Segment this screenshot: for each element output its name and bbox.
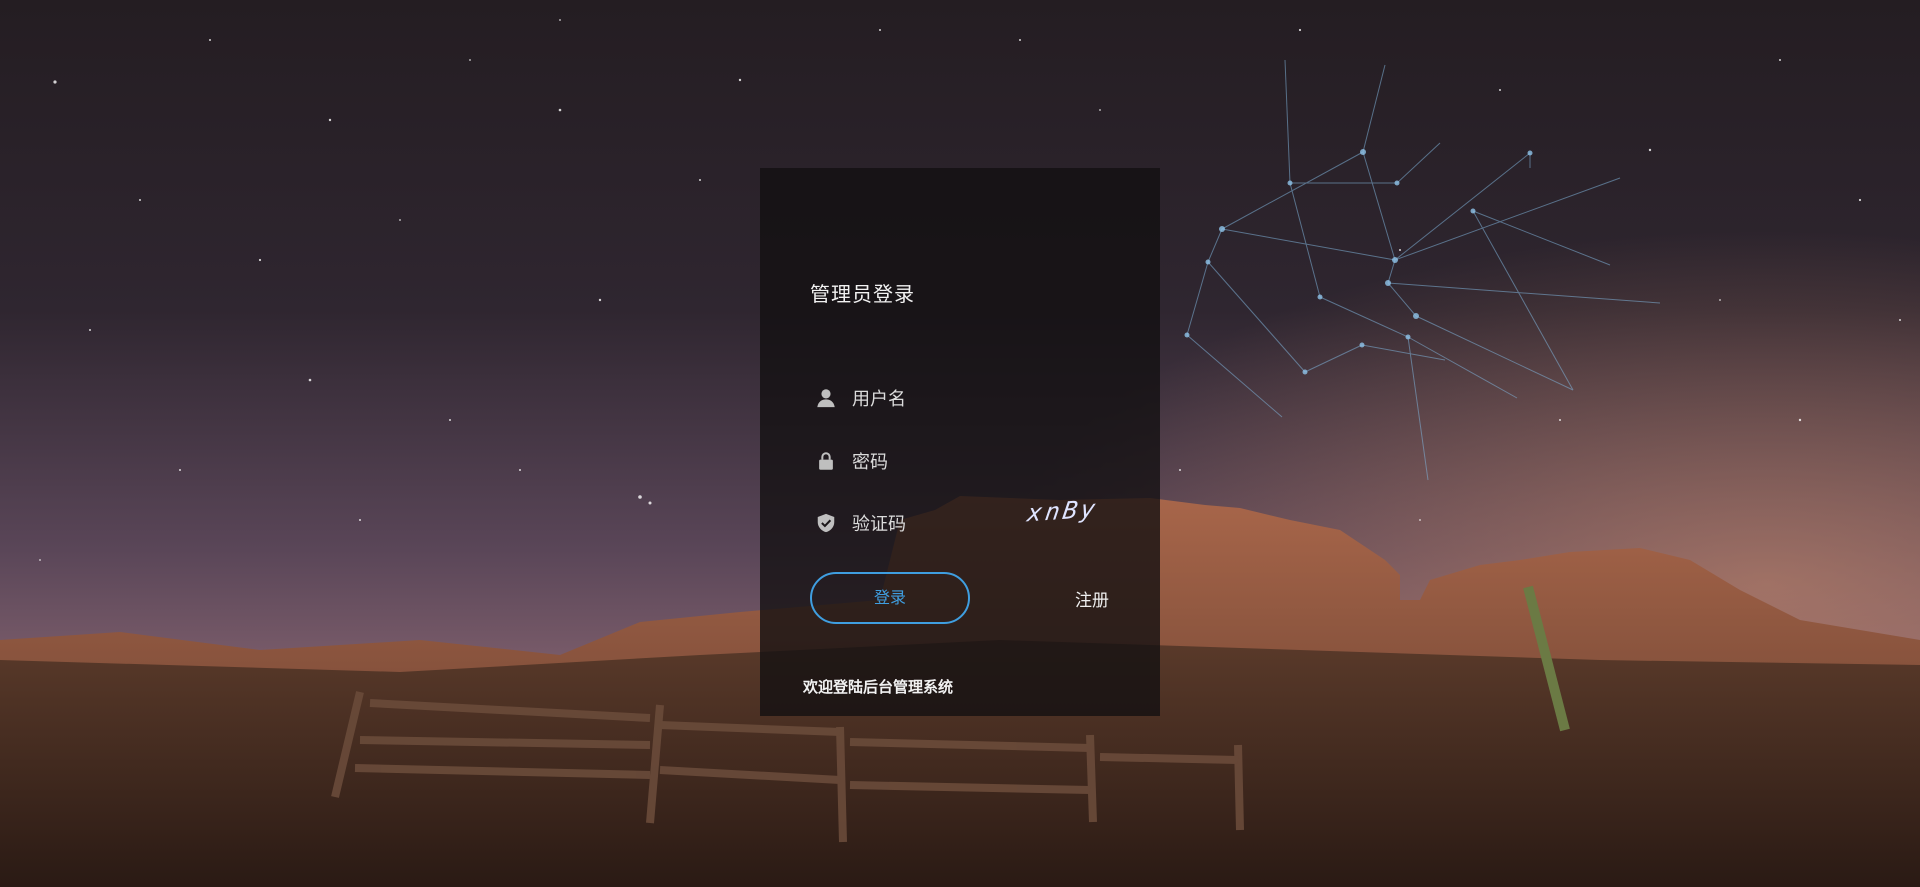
user-icon (815, 387, 837, 409)
panel-title: 管理员登录 (810, 282, 915, 306)
captcha-image[interactable]: xnBy (1025, 494, 1138, 537)
login-panel: 管理员登录 xnBy 登录 注册 欢迎登陆后台管理系统 (760, 168, 1160, 716)
captcha-text: xnBy (1025, 494, 1101, 528)
username-row (810, 378, 1130, 420)
register-link[interactable]: 注册 (1075, 586, 1109, 611)
lock-icon (815, 450, 837, 472)
shield-check-icon (815, 512, 837, 534)
captcha-input[interactable] (850, 503, 1024, 545)
password-row (810, 441, 1130, 483)
login-button[interactable]: 登录 (810, 572, 970, 624)
captcha-row: xnBy (810, 495, 1130, 545)
password-input[interactable] (850, 441, 1024, 483)
welcome-text: 欢迎登陆后台管理系统 (803, 678, 954, 696)
username-input[interactable] (850, 378, 1024, 420)
